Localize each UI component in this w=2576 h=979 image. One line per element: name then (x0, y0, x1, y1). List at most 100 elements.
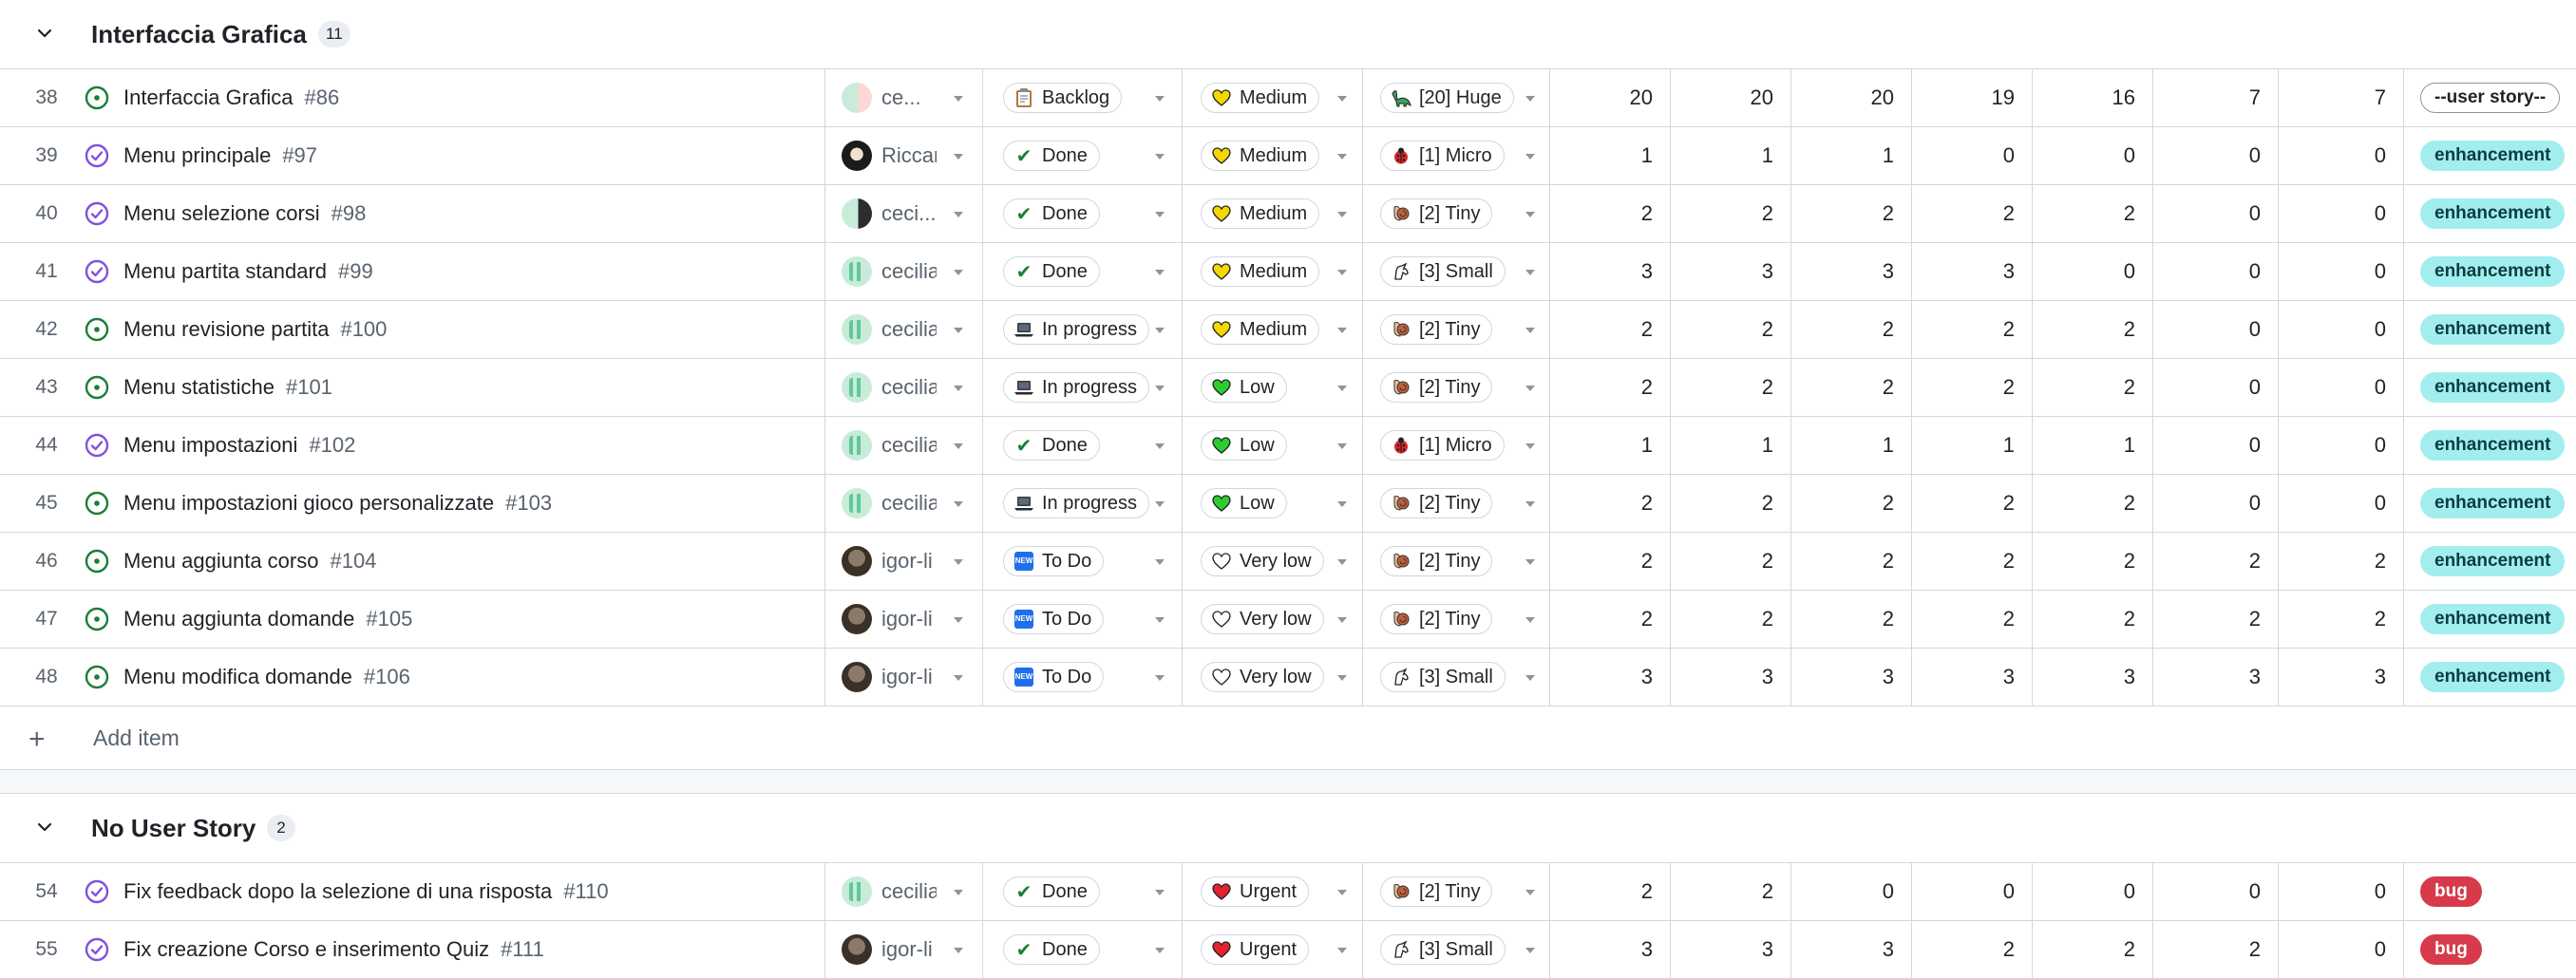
label-cell[interactable]: enhancement (2420, 301, 2572, 358)
chevron-down-icon[interactable] (1525, 559, 1535, 565)
chevron-down-icon[interactable] (954, 270, 963, 275)
priority-field[interactable]: Medium (1201, 83, 1320, 113)
table-row[interactable]: 54 Fix feedback dopo la selezione di una … (0, 863, 2576, 921)
priority-field[interactable]: Very low (1201, 604, 1324, 634)
estimate-value[interactable]: 2 (1911, 475, 2032, 532)
chevron-down-icon[interactable] (1525, 328, 1535, 333)
chevron-down-icon[interactable] (1337, 948, 1347, 953)
status-cell[interactable]: ✔ Done (1003, 185, 1174, 242)
estimate-value[interactable]: 20 (1790, 69, 1911, 126)
issue-title-link[interactable]: Menu aggiunta corso (123, 549, 318, 574)
chevron-down-icon[interactable] (1155, 501, 1165, 507)
label-badge[interactable]: bug (2420, 876, 2482, 907)
estimate-value[interactable]: 2 (1549, 533, 1670, 590)
chevron-down-icon[interactable] (954, 154, 963, 160)
estimate-value[interactable]: 3 (1549, 921, 1670, 978)
size-cell[interactable]: [2] Tiny (1380, 533, 1542, 590)
issue-title-link[interactable]: Menu impostazioni (123, 433, 297, 458)
chevron-down-icon[interactable] (34, 817, 55, 838)
estimate-value[interactable]: 2 (1670, 591, 1790, 648)
estimate-value[interactable]: 2 (1670, 301, 1790, 358)
estimate-value[interactable]: 7 (2278, 69, 2403, 126)
issue-title-link[interactable]: Fix feedback dopo la selezione di una ri… (123, 879, 552, 904)
estimate-value[interactable]: 2 (1549, 591, 1670, 648)
chevron-down-icon[interactable] (1525, 270, 1535, 275)
chevron-down-icon[interactable] (1525, 154, 1535, 160)
status-cell[interactable]: NEW To Do (1003, 591, 1174, 648)
size-field[interactable]: [2] Tiny (1380, 488, 1493, 518)
estimate-value[interactable]: 3 (1670, 243, 1790, 300)
priority-cell[interactable]: Medium (1201, 69, 1353, 126)
priority-field[interactable]: Medium (1201, 141, 1320, 171)
chevron-down-icon[interactable] (34, 23, 55, 44)
status-field[interactable]: Backlog (1003, 83, 1123, 113)
estimate-value[interactable]: 0 (2278, 185, 2403, 242)
chevron-down-icon[interactable] (954, 675, 963, 681)
chevron-down-icon[interactable] (1155, 559, 1165, 565)
chevron-down-icon[interactable] (954, 617, 963, 623)
chevron-down-icon[interactable] (1337, 443, 1347, 449)
estimate-value[interactable]: 0 (2152, 475, 2278, 532)
estimate-value[interactable]: 2 (1790, 185, 1911, 242)
estimate-value[interactable]: 0 (2278, 359, 2403, 416)
size-field[interactable]: [2] Tiny (1380, 604, 1493, 634)
size-cell[interactable]: [1] Micro (1380, 417, 1542, 474)
status-cell[interactable]: In progress (1003, 475, 1174, 532)
label-cell[interactable]: enhancement (2420, 243, 2572, 300)
estimate-value[interactable]: 2 (2152, 921, 2278, 978)
priority-cell[interactable]: Low (1201, 475, 1353, 532)
table-row[interactable]: 55 Fix creazione Corso e inserimento Quiz… (0, 921, 2576, 979)
chevron-down-icon[interactable] (1337, 386, 1347, 391)
size-cell[interactable]: [2] Tiny (1380, 591, 1542, 648)
size-field[interactable]: [3] Small (1380, 934, 1506, 965)
add-item-button[interactable]: Add item (93, 725, 180, 751)
priority-cell[interactable]: Medium (1201, 243, 1353, 300)
estimate-value[interactable]: 0 (2278, 243, 2403, 300)
label-badge[interactable]: enhancement (2420, 372, 2566, 403)
estimate-value[interactable]: 0 (1790, 863, 1911, 920)
size-field[interactable]: [3] Small (1380, 662, 1506, 692)
chevron-down-icon[interactable] (1155, 154, 1165, 160)
estimate-value[interactable]: 16 (2032, 69, 2152, 126)
status-cell[interactable]: NEW To Do (1003, 649, 1174, 706)
estimate-value[interactable]: 2 (1790, 591, 1911, 648)
priority-field[interactable]: Medium (1201, 314, 1320, 345)
chevron-down-icon[interactable] (1337, 96, 1347, 102)
estimate-value[interactable]: 2 (2032, 921, 2152, 978)
status-field[interactable]: ✔ Done (1003, 876, 1100, 907)
estimate-value[interactable]: 0 (2032, 243, 2152, 300)
size-cell[interactable]: [2] Tiny (1380, 359, 1542, 416)
chevron-down-icon[interactable] (1155, 96, 1165, 102)
table-row[interactable]: 44 Menu impostazioni #102 cecilia ✔ Done Low [1… (0, 417, 2576, 475)
label-badge[interactable]: enhancement (2420, 256, 2566, 287)
status-field[interactable]: ✔ Done (1003, 141, 1100, 171)
priority-field[interactable]: Medium (1201, 256, 1320, 287)
size-field[interactable]: [3] Small (1380, 256, 1506, 287)
label-cell[interactable]: enhancement (2420, 649, 2572, 706)
estimate-value[interactable]: 0 (1911, 863, 2032, 920)
table-row[interactable]: 47 Menu aggiunta domande #105 igor-li NEW To … (0, 591, 2576, 649)
label-badge[interactable]: enhancement (2420, 488, 2566, 518)
estimate-value[interactable]: 2 (2278, 591, 2403, 648)
chevron-down-icon[interactable] (1155, 212, 1165, 217)
size-cell[interactable]: [2] Tiny (1380, 185, 1542, 242)
issue-title-link[interactable]: Menu partita standard (123, 259, 327, 284)
estimate-value[interactable]: 0 (2152, 185, 2278, 242)
estimate-value[interactable]: 2 (1790, 533, 1911, 590)
chevron-down-icon[interactable] (1525, 443, 1535, 449)
label-cell[interactable]: enhancement (2420, 359, 2572, 416)
status-cell[interactable]: ✔ Done (1003, 921, 1174, 978)
status-field[interactable]: NEW To Do (1003, 546, 1105, 576)
chevron-down-icon[interactable] (1337, 501, 1347, 507)
size-cell[interactable]: [2] Tiny (1380, 863, 1542, 920)
chevron-down-icon[interactable] (1337, 559, 1347, 565)
estimate-value[interactable]: 2 (1911, 591, 2032, 648)
estimate-value[interactable]: 3 (1911, 649, 2032, 706)
estimate-value[interactable]: 2 (1911, 533, 2032, 590)
label-cell[interactable]: enhancement (2420, 533, 2572, 590)
estimate-value[interactable]: 2 (1790, 301, 1911, 358)
estimate-value[interactable]: 0 (2152, 359, 2278, 416)
label-cell[interactable]: enhancement (2420, 417, 2572, 474)
size-field[interactable]: [1] Micro (1380, 141, 1505, 171)
label-cell[interactable]: enhancement (2420, 185, 2572, 242)
